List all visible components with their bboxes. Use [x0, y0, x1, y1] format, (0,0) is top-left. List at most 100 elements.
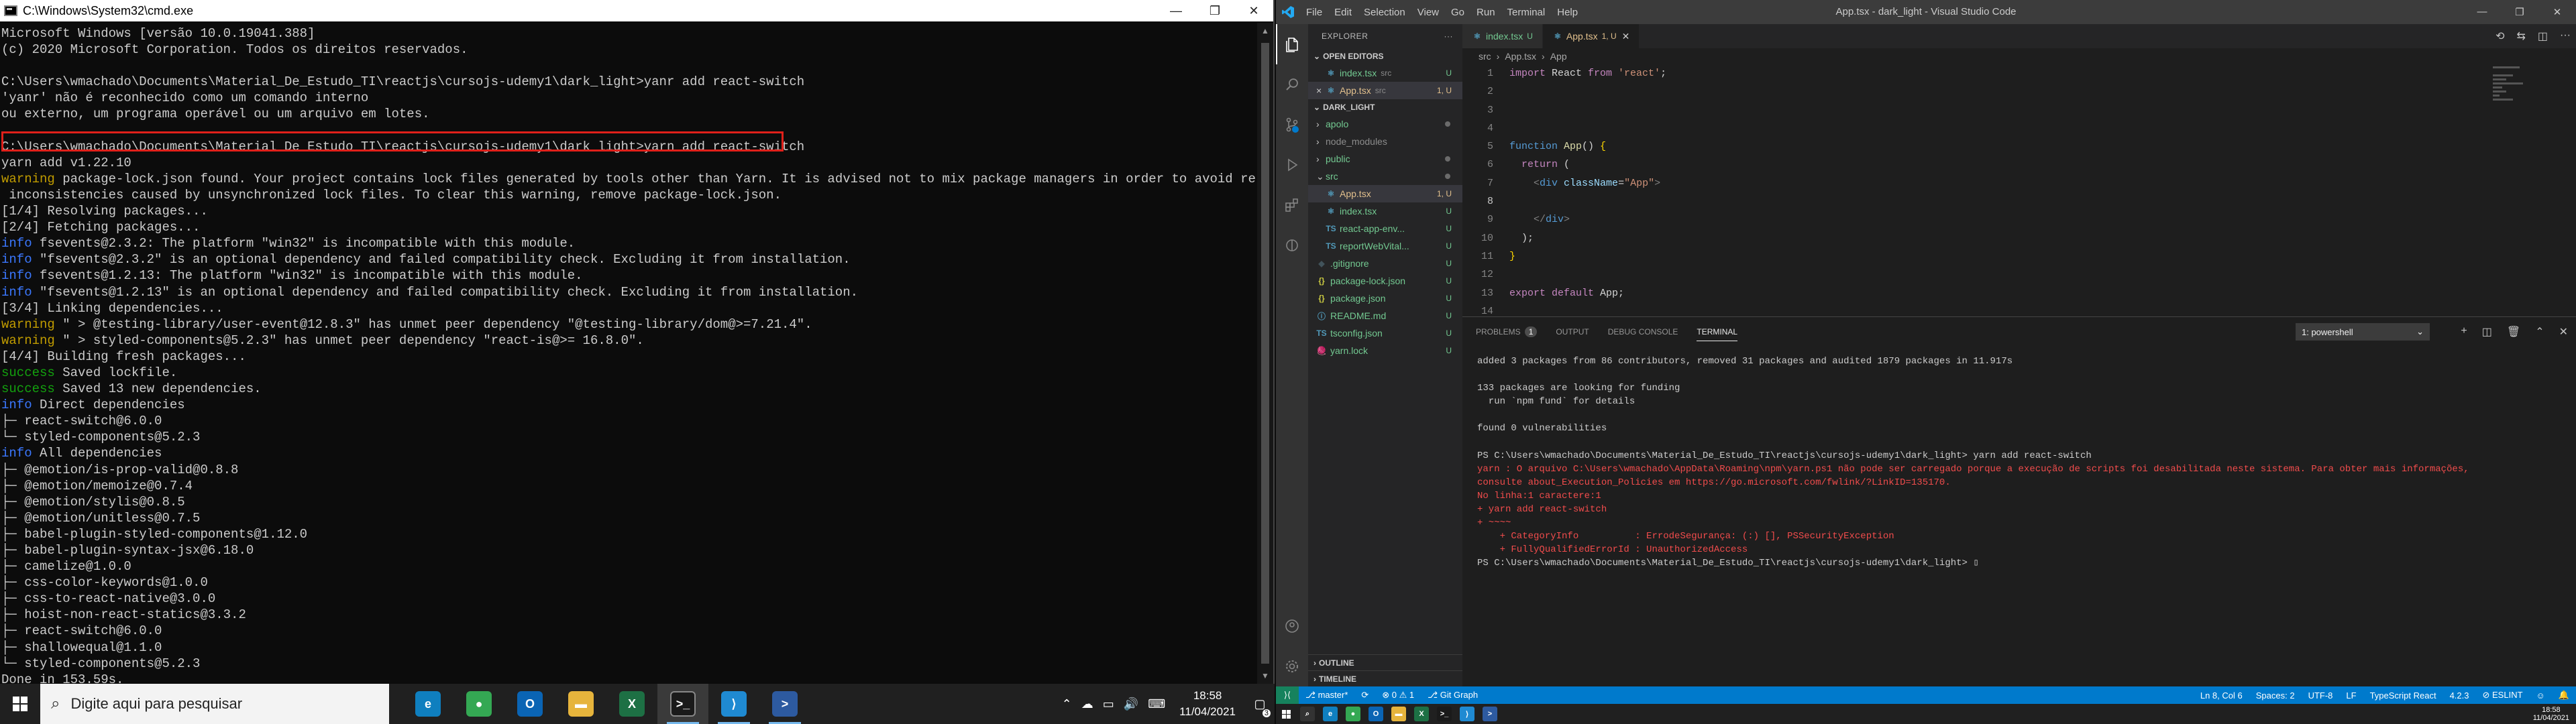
project-section[interactable]: ⌄ DARK_LIGHT	[1308, 99, 1462, 115]
trash-icon[interactable]: 🗑	[2507, 325, 2520, 339]
volume-icon[interactable]: 🔊	[1119, 697, 1143, 711]
scroll-down-arrow-icon[interactable]: ▼	[1257, 668, 1273, 684]
menu-item-selection[interactable]: Selection	[1358, 7, 1411, 18]
excel-icon[interactable]: X	[1414, 707, 1429, 721]
tab-App-tsx[interactable]: ⚛ App.tsx 1, U ✕	[1542, 24, 1640, 48]
cmd-scrollbar[interactable]: ▲ ▼	[1257, 23, 1273, 684]
panel-tab-terminal[interactable]: TERMINAL	[1697, 327, 1738, 341]
panel-tab-problems[interactable]: PROBLEMS 1	[1476, 326, 1538, 337]
timeline-section[interactable]: › TIMELINE	[1308, 670, 1462, 686]
search-icon[interactable]	[1276, 64, 1308, 105]
extensions-icon[interactable]	[1276, 185, 1308, 225]
close-button[interactable]: ✕	[1234, 0, 1273, 21]
start-button[interactable]	[0, 684, 40, 724]
restore-button[interactable]: ❐	[2501, 6, 2538, 18]
source-control-icon[interactable]	[1276, 105, 1308, 145]
indentation[interactable]: Spaces: 2	[2249, 690, 2302, 701]
language-icon[interactable]: ⌨	[1143, 697, 1170, 711]
notification-center-icon[interactable]: ▢ 3	[1245, 684, 1275, 724]
remote-icon[interactable]: ⟩⟨	[1276, 686, 1299, 704]
folder-item[interactable]: › node_modules	[1308, 133, 1462, 150]
file-item[interactable]: ⓘ README.md U	[1308, 307, 1462, 324]
file-item[interactable]: ◆ .gitignore U	[1308, 255, 1462, 272]
outlook-icon[interactable]: O	[1368, 707, 1383, 721]
taskbar-chrome-button[interactable]: ●	[453, 684, 504, 724]
file-item[interactable]: TS react-app-env... U	[1308, 220, 1462, 237]
split-editor-icon[interactable]: ◫	[2538, 29, 2548, 43]
vscode-icon[interactable]: ⟩	[1460, 707, 1474, 721]
compare-icon[interactable]: ⇆	[2516, 29, 2525, 43]
outline-section[interactable]: › OUTLINE	[1308, 654, 1462, 670]
panel-tab-output[interactable]: OUTPUT	[1556, 327, 1589, 337]
taskbar-excel-button[interactable]: X	[606, 684, 657, 724]
account-icon[interactable]	[1276, 606, 1308, 646]
folder-item[interactable]: ⌄ src	[1308, 168, 1462, 185]
terminal-select[interactable]: 1: powershell ⌄	[2296, 323, 2430, 341]
menu-item-help[interactable]: Help	[1551, 7, 1584, 18]
explorer-icon[interactable]	[1276, 24, 1308, 64]
menu-item-file[interactable]: File	[1300, 7, 1328, 18]
ts-version[interactable]: 4.2.3	[2443, 690, 2476, 701]
file-item[interactable]: TS tsconfig.json U	[1308, 324, 1462, 342]
eslint-status[interactable]: ⊘ ESLINT	[2476, 690, 2530, 701]
menu-item-terminal[interactable]: Terminal	[1501, 7, 1552, 18]
open-changes-icon[interactable]: ⟲	[2496, 29, 2504, 43]
close-icon[interactable]: ✕	[1622, 31, 1630, 42]
breadcrumb-item[interactable]: App.tsx	[1505, 51, 1536, 62]
file-item[interactable]: {} package.json U	[1308, 290, 1462, 307]
more-actions-icon[interactable]: ···	[1444, 32, 1454, 41]
encoding[interactable]: UTF-8	[2302, 690, 2340, 701]
menu-item-view[interactable]: View	[1411, 7, 1445, 18]
maximize-button[interactable]: ❐	[1195, 0, 1234, 21]
git-graph-icon[interactable]	[1276, 225, 1308, 265]
scroll-up-arrow-icon[interactable]: ▲	[1257, 23, 1273, 39]
close-panel-icon[interactable]: ✕	[2559, 325, 2568, 339]
breadcrumb[interactable]: src › App.tsx › App	[1462, 48, 2576, 64]
close-icon[interactable]: ×	[1316, 85, 1326, 96]
open-editor-item[interactable]: × ⚛ App.tsx src 1, U	[1308, 82, 1462, 99]
menu-item-run[interactable]: Run	[1470, 7, 1501, 18]
cmd-icon[interactable]: >_	[1437, 707, 1452, 721]
more-actions-icon[interactable]: ···	[2560, 29, 2571, 43]
branch-status[interactable]: ⎇ master*	[1299, 690, 1354, 701]
run-debug-icon[interactable]	[1276, 145, 1308, 185]
folder-item[interactable]: › public	[1308, 150, 1462, 168]
maximize-panel-icon[interactable]: ⌃	[2535, 325, 2544, 339]
cursor-position[interactable]: Ln 8, Col 6	[2194, 690, 2249, 701]
problems-status[interactable]: ⊗ 0 ⚠ 1	[1375, 690, 1421, 701]
code-editor[interactable]: 1 import React from 'react'; 2 3 4 5 function …	[1462, 64, 2482, 317]
panel-tab-debug-console[interactable]: DEBUG CONSOLE	[1608, 327, 1678, 337]
clock[interactable]: 18:58 11/04/2021	[1170, 688, 1245, 720]
start-button[interactable]	[1276, 709, 1296, 719]
taskbar-edge-button[interactable]: e	[402, 684, 453, 724]
powershell-icon[interactable]: >	[1483, 707, 1497, 721]
split-terminal-icon[interactable]: ◫	[2482, 325, 2492, 339]
search-icon[interactable]: ⌕	[1300, 707, 1315, 721]
close-button[interactable]: ✕	[2538, 6, 2576, 18]
vscode-titlebar[interactable]: File Edit Selection View Go Run Terminal Help A…	[1276, 0, 2576, 24]
cloud-icon[interactable]: ☁	[1077, 697, 1098, 711]
taskbar-search[interactable]: ⌕ Digite aqui para pesquisar	[40, 684, 389, 724]
file-item[interactable]: {} package-lock.json U	[1308, 272, 1462, 290]
file-explorer-icon[interactable]: ▬	[1391, 707, 1406, 721]
menu-item-go[interactable]: Go	[1445, 7, 1470, 18]
language-mode[interactable]: TypeScript React	[2363, 690, 2443, 701]
cmd-output[interactable]: Microsoft Windows [versão 10.0.19041.388…	[0, 23, 1256, 684]
chrome-icon[interactable]: ●	[1346, 707, 1360, 721]
cmd-titlebar[interactable]: C:\Windows\System32\cmd.exe — ❐ ✕	[0, 0, 1273, 21]
gear-icon[interactable]	[1276, 646, 1308, 686]
end-of-line[interactable]: LF	[2339, 690, 2363, 701]
minimize-button[interactable]: —	[2463, 6, 2501, 18]
edge-icon[interactable]: e	[1323, 707, 1338, 721]
file-item[interactable]: ⚛ index.tsx U	[1308, 202, 1462, 220]
file-item[interactable]: TS reportWebVital... U	[1308, 237, 1462, 255]
taskbar-vscode-button[interactable]: ⟩	[708, 684, 759, 724]
taskbar-powershell-button[interactable]: >	[759, 684, 810, 724]
minimize-button[interactable]: —	[1157, 0, 1195, 21]
tab-index-tsx[interactable]: ⚛ index.tsx U	[1462, 24, 1543, 48]
file-item[interactable]: 🧶 yarn.lock U	[1308, 342, 1462, 359]
taskbar-cmd-button[interactable]: >_	[657, 684, 708, 724]
breadcrumb-item[interactable]: App	[1550, 51, 1567, 62]
terminal-output[interactable]: added 3 packages from 86 contributors, r…	[1477, 355, 2563, 570]
scrollbar-thumb[interactable]	[1261, 43, 1269, 664]
